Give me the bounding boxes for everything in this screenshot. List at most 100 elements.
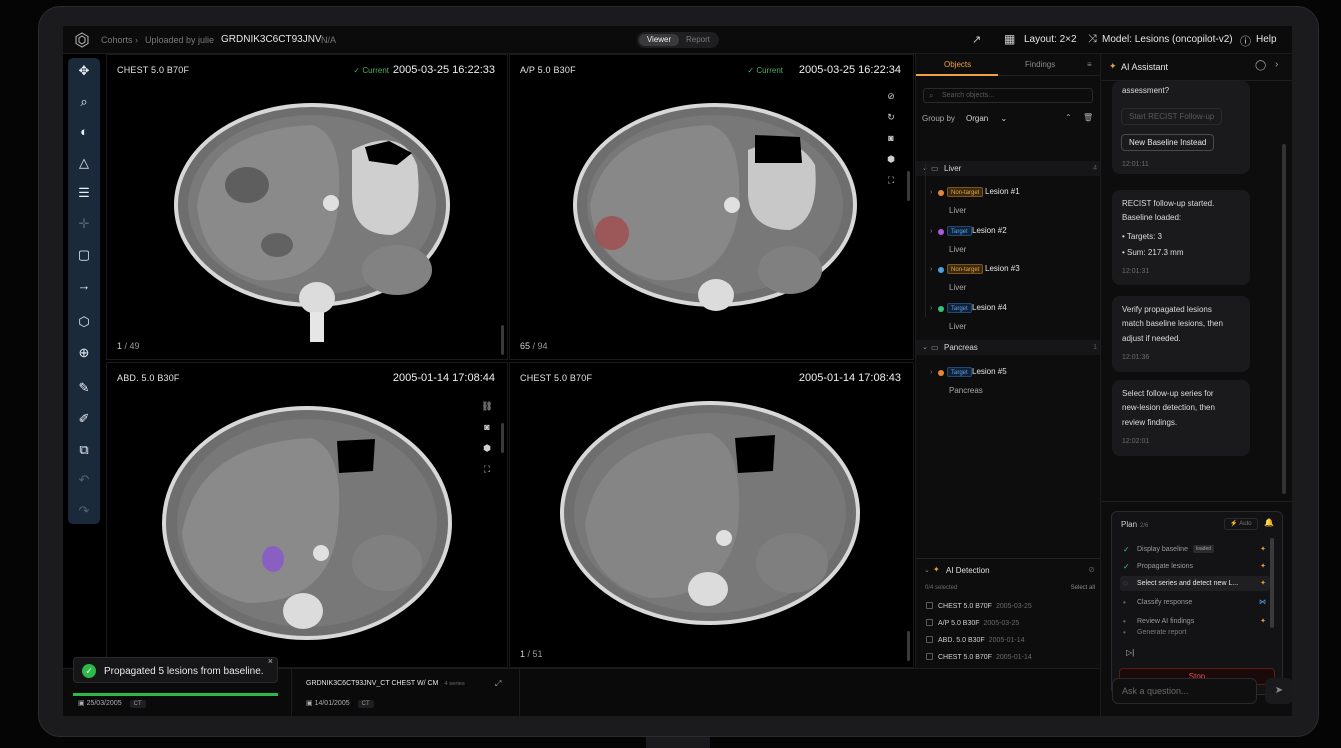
trash-icon[interactable]: 🗑 bbox=[1083, 113, 1093, 122]
breadcrumb-cohorts[interactable]: Cohorts bbox=[101, 35, 133, 45]
circle-add-icon[interactable]: ⊕ bbox=[68, 341, 100, 365]
plan-step[interactable]: • Generate report bbox=[1120, 629, 1270, 637]
lesion-item-3[interactable]: › Non-target Lesion #3 Liver bbox=[916, 261, 1101, 299]
collapse-all-icon[interactable]: ⌃ bbox=[1065, 113, 1072, 122]
chat-history-icon[interactable]: ◯ bbox=[1255, 60, 1266, 71]
tab-objects[interactable]: Objects bbox=[944, 60, 971, 69]
eye-off-icon[interactable]: ⊘ bbox=[1088, 565, 1095, 574]
zoom-tool-icon[interactable]: ⌕ bbox=[68, 90, 100, 114]
chevron-down-icon[interactable]: ⌄ bbox=[924, 566, 930, 574]
ruler-tool-icon[interactable]: ☰ bbox=[68, 181, 100, 205]
sparkle-icon: ✦ bbox=[1260, 580, 1266, 587]
lesion-item-5[interactable]: › Target Lesion #5 Pancreas bbox=[916, 364, 1101, 402]
lesion-item-1[interactable]: › Non-target Lesion #1 Liver bbox=[916, 184, 1101, 222]
slice-scrollbar[interactable] bbox=[501, 423, 504, 453]
group-pancreas[interactable]: ⌄ ▭ Pancreas 1 bbox=[916, 340, 1101, 355]
camera-icon[interactable]: ◙ bbox=[480, 422, 494, 443]
arrow-annotate-icon[interactable]: → bbox=[68, 274, 100, 298]
start-recist-followup-button[interactable]: Start RECIST Follow-up bbox=[1121, 108, 1223, 125]
checkbox[interactable] bbox=[926, 653, 933, 660]
external-link-icon[interactable]: ↗ bbox=[972, 33, 981, 46]
chevron-right-icon[interactable]: › bbox=[1275, 59, 1278, 70]
viewport-3[interactable]: ABD. 5.0 B30F 2005-01-14 17:08:44 ⛓ ◙ ⬢ … bbox=[106, 362, 508, 668]
detection-series-item[interactable]: A/P 5.0 B30F 2005-03-25 bbox=[926, 619, 1019, 627]
slice-total: / 94 bbox=[532, 341, 548, 351]
plan-step[interactable]: ✓ Propagate lesions ✦ bbox=[1120, 559, 1270, 574]
bell-icon[interactable]: 🔔 bbox=[1264, 518, 1274, 527]
message-text: Verify propagated lesions bbox=[1122, 305, 1212, 314]
checkbox[interactable] bbox=[926, 602, 933, 609]
slice-scrollbar[interactable] bbox=[907, 171, 910, 201]
lesion-type-badge: Target bbox=[947, 303, 972, 313]
propagation-progress-bar bbox=[73, 693, 278, 696]
expand-icon[interactable]: ⤢ bbox=[495, 679, 501, 689]
new-baseline-button[interactable]: New Baseline Instead bbox=[1121, 134, 1215, 151]
tab-report[interactable]: Report bbox=[679, 34, 717, 46]
monitor-stand bbox=[646, 737, 710, 748]
tab-findings[interactable]: Findings bbox=[1025, 60, 1055, 69]
group-liver[interactable]: ⌄ ▭ Liver 4 bbox=[916, 161, 1101, 176]
selection-count: 0/4 selected bbox=[925, 585, 958, 591]
slice-scrollbar[interactable] bbox=[907, 631, 910, 661]
chat-message: Verify propagated lesions match baseline… bbox=[1112, 296, 1250, 372]
detection-series-item[interactable]: CHEST 5.0 B70F 2005-01-14 bbox=[926, 653, 1032, 661]
current-badge: ✓ Current bbox=[353, 66, 389, 75]
study-card-baseline[interactable]: GRDNIK3C6CT93JNV_CT CHEST W/ CM 4 series … bbox=[292, 669, 520, 716]
plan-step-active[interactable]: ◌ Select series and detect new L... ✦ bbox=[1120, 576, 1270, 591]
window-level-icon[interactable]: ◐ bbox=[68, 120, 100, 144]
angle-tool-icon[interactable]: △ bbox=[68, 151, 100, 175]
select-all-link[interactable]: Select all bbox=[1071, 585, 1095, 591]
breadcrumb-uploader[interactable]: Uploaded by julie bbox=[145, 35, 214, 45]
ask-question-input[interactable]: Ask a question... bbox=[1112, 678, 1257, 704]
plan-step[interactable]: • Review AI findings ✦ bbox=[1120, 614, 1270, 629]
lesion-item-4[interactable]: › Target Lesion #4 Liver bbox=[916, 300, 1101, 338]
series-date: 2005-03-25 16:22:33 bbox=[392, 64, 495, 76]
copy-layers-icon[interactable]: ⧉ bbox=[68, 438, 100, 462]
close-icon[interactable]: × bbox=[268, 656, 273, 666]
panel-menu-icon[interactable]: ≡ bbox=[1087, 60, 1092, 69]
link-off-icon[interactable]: ⊘ bbox=[884, 91, 898, 112]
tab-viewer[interactable]: Viewer bbox=[639, 34, 679, 46]
chat-scrollbar[interactable] bbox=[1282, 144, 1286, 494]
crosshair-tool-icon[interactable]: ✛ bbox=[68, 212, 100, 236]
cube-add-icon[interactable]: ⬡ bbox=[68, 310, 100, 334]
auto-toggle[interactable]: ⚡ Auto bbox=[1224, 518, 1258, 530]
plan-step[interactable]: ✓ Display baseline loaded ✦ bbox=[1120, 542, 1270, 557]
viewport-2[interactable]: A/P 5.0 B30F ✓ Current 2005-03-25 16:22:… bbox=[509, 54, 914, 360]
group-by-select[interactable]: Organ ⌄ bbox=[966, 114, 1007, 123]
checkbox[interactable] bbox=[926, 636, 933, 643]
model-selector[interactable]: Model: Lesions (oncopilot-v2) bbox=[1102, 34, 1233, 45]
search-objects-input[interactable]: ⌕ Search objects... bbox=[923, 88, 1093, 103]
layout-selector[interactable]: Layout: 2×2 bbox=[1024, 34, 1077, 45]
magic-wand-remove-icon[interactable]: ✐ bbox=[68, 407, 100, 431]
viewport-1[interactable]: CHEST 5.0 B70F ✓ Current 2005-03-25 16:2… bbox=[106, 54, 508, 360]
lesion-item-2[interactable]: › Target Lesion #2 Liver bbox=[916, 223, 1101, 261]
help-button[interactable]: Help bbox=[1256, 34, 1277, 45]
rectangle-roi-icon[interactable]: ▢ bbox=[68, 243, 100, 267]
redo-icon[interactable]: ↷ bbox=[68, 499, 100, 523]
skip-forward-icon[interactable]: ▷| bbox=[1126, 648, 1134, 657]
viewport-4[interactable]: CHEST 5.0 B70F 2005-01-14 17:08:43 1 / 5… bbox=[509, 362, 914, 668]
fullscreen-icon[interactable]: ⛶ bbox=[884, 175, 898, 196]
send-icon[interactable]: ➤ bbox=[1265, 678, 1292, 704]
message-text: adjust if needed. bbox=[1122, 334, 1181, 343]
fullscreen-icon[interactable]: ⛶ bbox=[480, 464, 494, 485]
3d-cube-icon[interactable]: ⬢ bbox=[884, 154, 898, 175]
magic-wand-icon[interactable]: ✎ bbox=[68, 376, 100, 400]
detection-series-item[interactable]: CHEST 5.0 B70F 2005-03-25 bbox=[926, 602, 1032, 610]
objects-tabs: Objects Findings ≡ bbox=[916, 54, 1101, 76]
3d-cube-icon[interactable]: ⬢ bbox=[480, 443, 494, 464]
link-icon[interactable]: ⛓ bbox=[480, 401, 494, 422]
group-by-value: Organ bbox=[966, 114, 989, 123]
undo-icon[interactable]: ↶ bbox=[68, 468, 100, 492]
slice-scrollbar[interactable] bbox=[501, 325, 504, 355]
detection-series-item[interactable]: ABD. 5.0 B30F 2005-01-14 bbox=[926, 636, 1025, 644]
reset-icon[interactable]: ↻ bbox=[884, 112, 898, 133]
plan-scrollbar[interactable] bbox=[1270, 538, 1274, 628]
message-text: match baseline lesions, then bbox=[1122, 319, 1223, 328]
pan-tool-icon[interactable]: ✥ bbox=[68, 59, 100, 83]
plan-step[interactable]: • Classify response ⋈ bbox=[1120, 595, 1270, 610]
plan-progress: 2/6 bbox=[1140, 523, 1149, 529]
camera-icon[interactable]: ◙ bbox=[884, 133, 898, 154]
checkbox[interactable] bbox=[926, 619, 933, 626]
